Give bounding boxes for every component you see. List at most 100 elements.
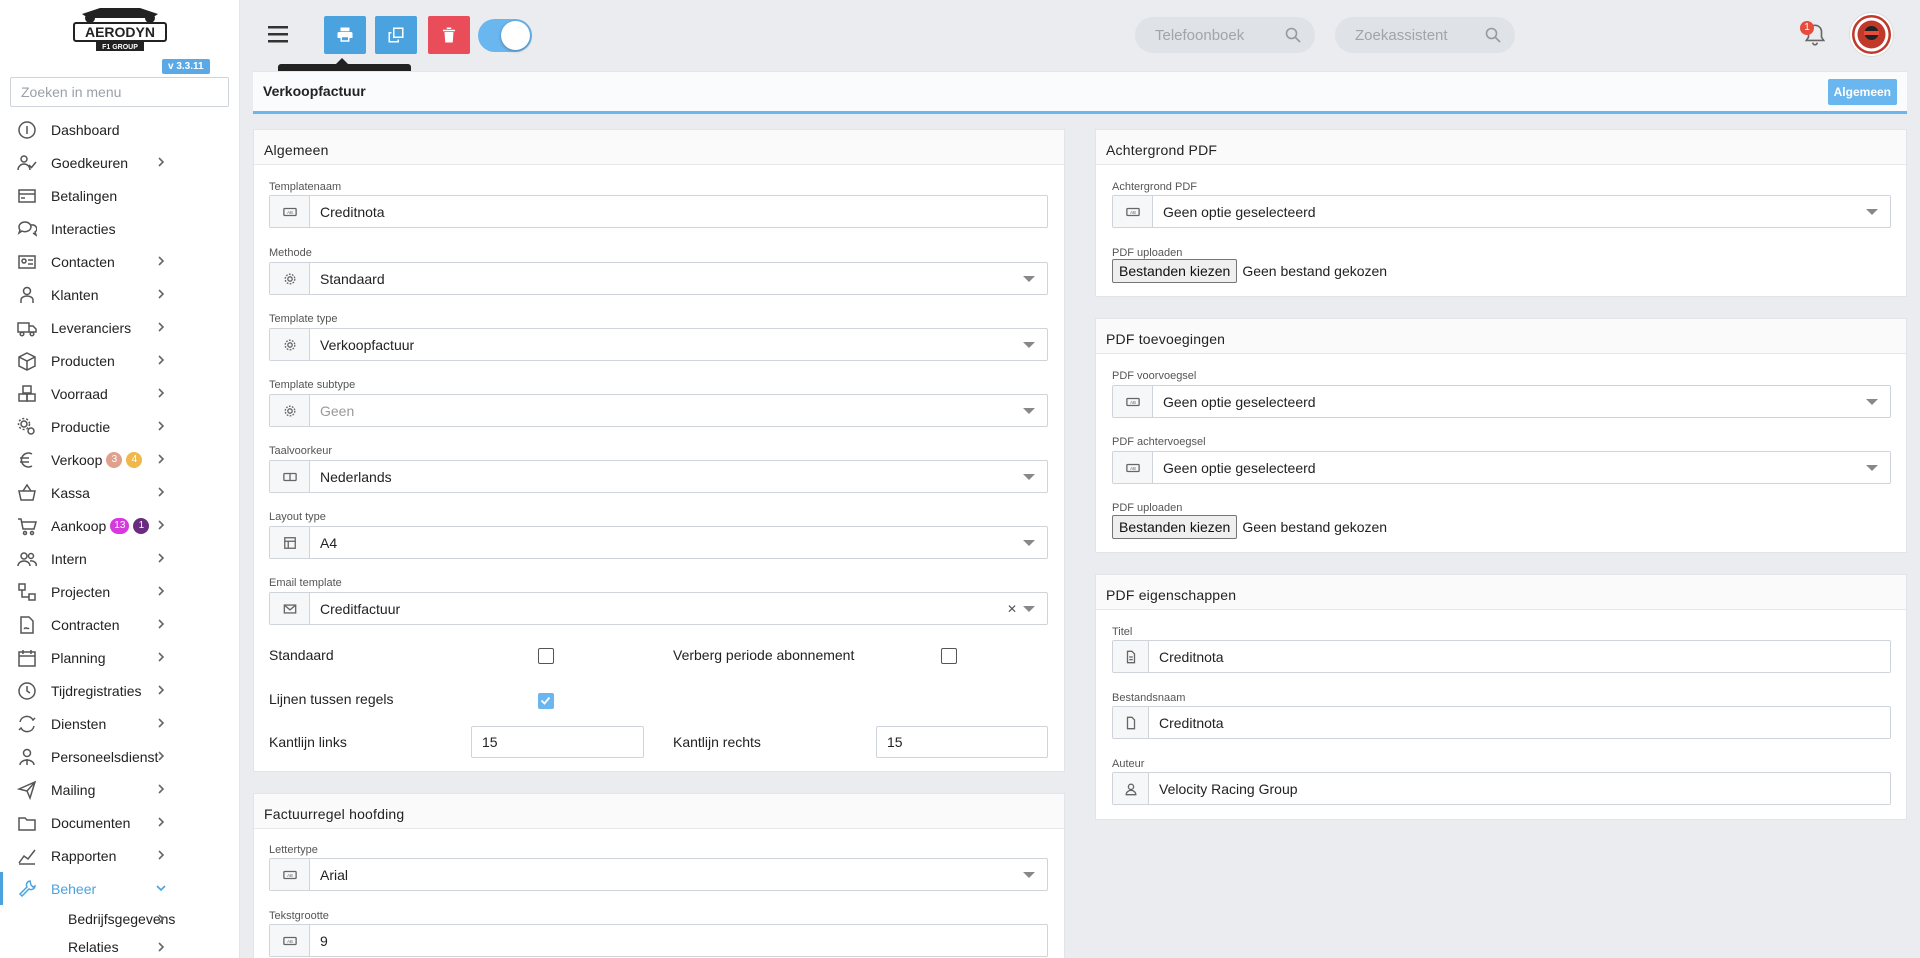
sidebar-item-planning[interactable]: Planning [0, 641, 239, 674]
email-template-select[interactable]: Creditfactuur ✕ [269, 592, 1048, 625]
clear-icon[interactable]: ✕ [1007, 602, 1017, 616]
achtergrond-pdf-select[interactable]: AB Geen optie geselecteerd [1112, 195, 1891, 228]
kantlijn-rechts-input[interactable]: 15 [876, 726, 1048, 758]
taalvoorkeur-select[interactable]: Nederlands [269, 460, 1048, 493]
sidebar-item-documenten[interactable]: Documenten [0, 806, 239, 839]
tekstgrootte-field[interactable]: AB 9 [269, 924, 1048, 957]
sidebar-item-kassa[interactable]: Kassa [0, 476, 239, 509]
brand-line1: AERODYN [85, 24, 155, 40]
sidebar-item-producten[interactable]: Producten [0, 344, 239, 377]
auteur-field[interactable]: Velocity Racing Group [1112, 772, 1891, 805]
print-button[interactable] [324, 16, 366, 54]
sidebar-item-contracten[interactable]: Contracten [0, 608, 239, 641]
chevron-right-icon [154, 815, 168, 829]
svg-text:AB: AB [1130, 400, 1136, 405]
sidebar-item-goedkeuren[interactable]: Goedkeuren [0, 146, 239, 179]
sidebar-item-label: Documenten [51, 814, 131, 831]
sidebar-item-label: Rapporten [51, 847, 117, 864]
sidebar-item-intern[interactable]: Intern [0, 542, 239, 575]
choose-files-button[interactable]: Bestanden kiezen [1112, 259, 1238, 283]
delete-button[interactable] [428, 16, 470, 54]
sidebar-item-mailing[interactable]: Mailing [0, 773, 239, 806]
pdf-achtervoegsel-value: Geen optie geselecteerd [1163, 459, 1316, 476]
phonebook-search[interactable]: Telefoonboek [1135, 17, 1315, 53]
chevron-down-icon [1023, 407, 1035, 414]
gear-icon [270, 263, 310, 294]
choose-files-button[interactable]: Bestanden kiezen [1112, 515, 1238, 539]
sidebar-item-label: Contracten [51, 616, 120, 633]
contact-card-icon [16, 251, 38, 273]
svg-text:AB: AB [287, 939, 293, 944]
toggle-switch[interactable] [478, 19, 532, 52]
template-type-select[interactable]: Verkoopfactuur [269, 328, 1048, 361]
sidebar-item-productie[interactable]: Productie [0, 410, 239, 443]
svg-text:AB: AB [287, 210, 293, 215]
menu-search-input[interactable] [10, 77, 229, 107]
bestandsnaam-value: Creditnota [1159, 714, 1224, 731]
wrench-icon [16, 878, 38, 900]
lijnen-tussen-regels-checkbox[interactable] [538, 693, 554, 709]
pdf-achtervoegsel-select[interactable]: AB Geen optie geselecteerd [1112, 451, 1891, 484]
titel-field[interactable]: Creditnota [1112, 640, 1891, 673]
pdf-voorvoegsel-select[interactable]: AB Geen optie geselecteerd [1112, 385, 1891, 418]
standaard-checkbox[interactable] [538, 648, 554, 664]
file-icon [1113, 707, 1149, 738]
verberg-periode-checkbox[interactable] [941, 648, 957, 664]
sidebar-item-diensten[interactable]: Diensten [0, 707, 239, 740]
pdf-upload-label: PDF uploaden [1112, 502, 1183, 514]
algemeen-button[interactable]: Algemeen [1827, 79, 1897, 105]
count-badge: 4 [126, 451, 143, 468]
sidebar-subitem[interactable]: Relaties [0, 933, 239, 958]
sidebar-item-personeelsdienst[interactable]: Personeelsdienst [0, 740, 239, 773]
pdf-upload-label: PDF uploaden [1112, 247, 1183, 259]
sidebar-item-dashboard[interactable]: Dashboard [0, 113, 239, 146]
sidebar-item-voorraad[interactable]: Voorraad [0, 377, 239, 410]
sidebar-item-contacten[interactable]: Contacten [0, 245, 239, 278]
toggle-knob [501, 21, 530, 50]
sidebar-item-label: Leveranciers [51, 319, 132, 336]
version-badge: v 3.3.11 [162, 59, 210, 74]
box-icon [16, 350, 38, 372]
sidebar-item-aankoop[interactable]: Aankoop 13 1 [0, 509, 239, 542]
sidebar-item-betalingen[interactable]: Betalingen [0, 179, 239, 212]
bestandsnaam-field[interactable]: Creditnota [1112, 706, 1891, 739]
brand-logo[interactable]: AERODYN F1 GROUP [60, 4, 180, 56]
templatenaam-field[interactable]: AB Creditnota [269, 195, 1048, 228]
template-subtype-select[interactable]: Geen [269, 394, 1048, 427]
sidebar-item-rapporten[interactable]: Rapporten [0, 839, 239, 872]
user-icon [1113, 773, 1149, 804]
sidebar-item-verkoop[interactable]: Verkoop 3 4 [0, 443, 239, 476]
chevron-down-icon [1023, 473, 1035, 480]
layout-type-select[interactable]: A4 [269, 526, 1048, 559]
brand-line2: F1 GROUP [102, 44, 138, 51]
user-avatar[interactable] [1850, 13, 1893, 56]
copy-button[interactable] [375, 16, 417, 54]
assistant-search[interactable]: Zoekassistent [1335, 17, 1515, 53]
sidebar-item-label: Planning [51, 649, 106, 666]
layout-type-value: A4 [320, 534, 338, 551]
sidebar-item-leveranciers[interactable]: Leveranciers [0, 311, 239, 344]
sidebar-item-projecten[interactable]: Projecten [0, 575, 239, 608]
kantlijn-links-input[interactable]: 15 [471, 726, 644, 758]
sidebar-item-interacties[interactable]: Interacties [0, 212, 239, 245]
card-title: Achtergrond PDF [1096, 130, 1906, 165]
chevron-right-icon [154, 254, 168, 268]
sidebar-item-beheer[interactable]: Beheer [0, 872, 239, 905]
sidebar-item-klanten[interactable]: Klanten [0, 278, 239, 311]
pdf-voorvoegsel-value: Geen optie geselecteerd [1163, 393, 1316, 410]
mail-icon [270, 593, 310, 624]
hamburger-menu-icon[interactable] [266, 22, 290, 46]
chevron-right-icon [154, 551, 168, 565]
language-icon [270, 461, 310, 492]
chevron-down-icon [1023, 275, 1035, 282]
sidebar-item-tijdregistraties[interactable]: Tijdregistraties [0, 674, 239, 707]
sidebar-item-label: Beheer [51, 880, 97, 897]
file-icon [1113, 641, 1149, 672]
sidebar-subitem[interactable]: Bedrijfsgegevens [0, 905, 239, 933]
calendar-icon [16, 647, 38, 669]
lettertype-select[interactable]: AB Arial [269, 858, 1048, 891]
sidebar-item-label: Productie [51, 418, 111, 435]
text-field-icon: AB [1113, 196, 1153, 227]
sidebar-item-label: Diensten [51, 715, 107, 732]
methode-select[interactable]: Standaard [269, 262, 1048, 295]
